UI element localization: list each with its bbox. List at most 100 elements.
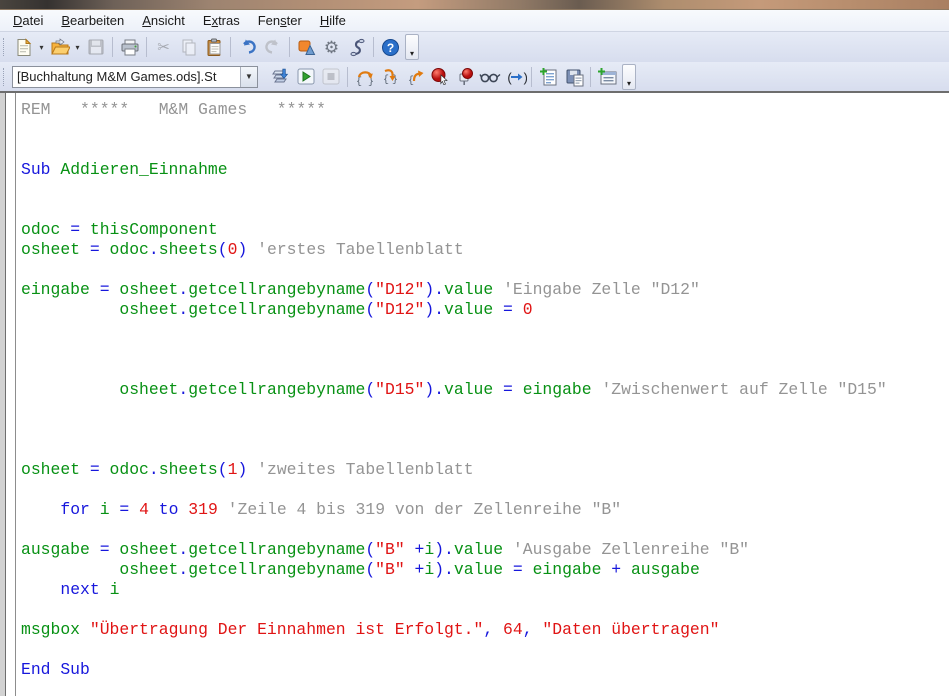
- code-line: for i = 4 to 319 'Zeile 4 bis 319 von de…: [21, 500, 949, 520]
- code-line: End Sub: [21, 660, 949, 680]
- code-line: osheet.getcellrangebyname("D15").value =…: [21, 380, 949, 400]
- module-selector[interactable]: [Buchhaltung M&M Games.ods].St ▼: [12, 66, 258, 88]
- new-document-icon: [14, 38, 33, 57]
- code-line: eingabe = osheet.getcellrangebyname("D12…: [21, 280, 949, 300]
- toolbar-grip[interactable]: [3, 68, 6, 86]
- import-dialog-button[interactable]: [595, 65, 620, 89]
- svg-text:): ): [521, 71, 527, 86]
- menu-bar: Datei Bearbeiten Ansicht Extras Fenster …: [0, 10, 949, 32]
- code-line: osheet = odoc.sheets(1) 'zweites Tabelle…: [21, 460, 949, 480]
- toolbar-separator: [531, 67, 532, 87]
- print-button[interactable]: [117, 35, 142, 59]
- toolbar-separator: [146, 37, 147, 57]
- code-line: [21, 400, 949, 420]
- run-icon: [296, 67, 316, 86]
- new-document-dropdown[interactable]: ▾: [36, 35, 47, 59]
- toolbar-separator: [112, 37, 113, 57]
- step-over-icon: { }: [355, 67, 375, 86]
- save-source-button[interactable]: [561, 65, 586, 89]
- svg-text:(: (: [506, 71, 514, 86]
- basic-source-code[interactable]: REM ***** M&M Games ***** Sub Addieren_E…: [16, 93, 949, 696]
- compile-icon: [271, 67, 291, 86]
- cut-button[interactable]: ✂: [151, 35, 176, 59]
- code-line: [21, 260, 949, 280]
- module-selector-value: [Buchhaltung M&M Games.ods].St: [13, 67, 240, 87]
- step-into-icon: { }: [380, 67, 400, 86]
- code-line: [21, 200, 949, 220]
- save-button[interactable]: [83, 35, 108, 59]
- redo-button[interactable]: [260, 35, 285, 59]
- code-line: [21, 420, 949, 440]
- step-out-button[interactable]: {: [402, 65, 427, 89]
- new-document-button[interactable]: [11, 35, 36, 59]
- run-button[interactable]: [293, 65, 318, 89]
- code-line: REM ***** M&M Games *****: [21, 100, 949, 120]
- open-dropdown[interactable]: ▾: [72, 35, 83, 59]
- stop-button[interactable]: [318, 65, 343, 89]
- toolbar-overflow-button[interactable]: ▾: [405, 34, 419, 60]
- titlebar-edge: [0, 0, 949, 10]
- open-button[interactable]: [47, 35, 72, 59]
- step-out-icon: {: [405, 67, 425, 86]
- code-line: [21, 180, 949, 200]
- svg-text:{: {: [382, 74, 388, 86]
- toolbar-grip[interactable]: [3, 38, 6, 56]
- undo-button[interactable]: [235, 35, 260, 59]
- breakpoint-gutter[interactable]: [6, 93, 16, 696]
- code-line: osheet = odoc.sheets(0) 'erstes Tabellen…: [21, 240, 949, 260]
- toolbar-separator: [289, 37, 290, 57]
- standard-toolbar: ▾ ▾ ✂: [0, 32, 949, 62]
- macro-script-button[interactable]: [344, 35, 369, 59]
- undo-icon: [238, 38, 258, 56]
- code-line: [21, 480, 949, 500]
- menu-ansicht[interactable]: Ansicht: [133, 10, 194, 31]
- copy-button[interactable]: [176, 35, 201, 59]
- import-dialog-icon: [597, 67, 618, 87]
- toolbar-overflow-button[interactable]: ▾: [622, 64, 636, 90]
- menu-bearbeiten[interactable]: Bearbeiten: [52, 10, 133, 31]
- watch-icon: [479, 68, 501, 86]
- open-icon: [50, 38, 70, 57]
- help-button[interactable]: ?: [378, 35, 403, 59]
- step-into-button[interactable]: { }: [377, 65, 402, 89]
- code-line: [21, 320, 949, 340]
- find-parentheses-button[interactable]: ( ): [502, 65, 527, 89]
- code-line: odoc = thisComponent: [21, 220, 949, 240]
- toolbar-separator: [347, 67, 348, 87]
- code-line: msgbox "Übertragung Der Einnahmen ist Er…: [21, 620, 949, 640]
- toolbar-separator: [373, 37, 374, 57]
- code-line: [21, 360, 949, 380]
- menu-fenster[interactable]: Fenster: [249, 10, 311, 31]
- find-parentheses-icon: ( ): [503, 68, 527, 86]
- breakpoint-button[interactable]: [427, 65, 452, 89]
- code-line: Sub Addieren_Einnahme: [21, 160, 949, 180]
- menu-extras[interactable]: Extras: [194, 10, 249, 31]
- code-line: [21, 340, 949, 360]
- settings-button[interactable]: ⚙: [319, 35, 344, 59]
- code-line: [21, 140, 949, 160]
- compile-button[interactable]: [268, 65, 293, 89]
- chevron-down-icon[interactable]: ▼: [240, 67, 257, 87]
- help-icon: ?: [381, 38, 400, 57]
- macro-script-icon: [348, 38, 366, 57]
- stop-icon: [321, 67, 341, 86]
- save-icon: [87, 38, 105, 56]
- menu-datei[interactable]: Datei: [4, 10, 52, 31]
- insert-source-button[interactable]: [536, 65, 561, 89]
- manage-breakpoints-button[interactable]: [452, 65, 477, 89]
- code-line: next i: [21, 580, 949, 600]
- watch-button[interactable]: [477, 65, 502, 89]
- paste-icon: [205, 38, 223, 57]
- save-source-icon: [564, 67, 584, 87]
- redo-icon: [263, 38, 283, 56]
- code-line: osheet.getcellrangebyname("D12").value =…: [21, 300, 949, 320]
- step-over-button[interactable]: { }: [352, 65, 377, 89]
- code-line: [21, 520, 949, 540]
- menu-hilfe[interactable]: Hilfe: [311, 10, 355, 31]
- choose-macro-icon: [297, 38, 317, 57]
- choose-macro-button[interactable]: [294, 35, 319, 59]
- code-editor[interactable]: REM ***** M&M Games ***** Sub Addieren_E…: [0, 93, 949, 696]
- paste-button[interactable]: [201, 35, 226, 59]
- code-line: [21, 120, 949, 140]
- toolbar-separator: [230, 37, 231, 57]
